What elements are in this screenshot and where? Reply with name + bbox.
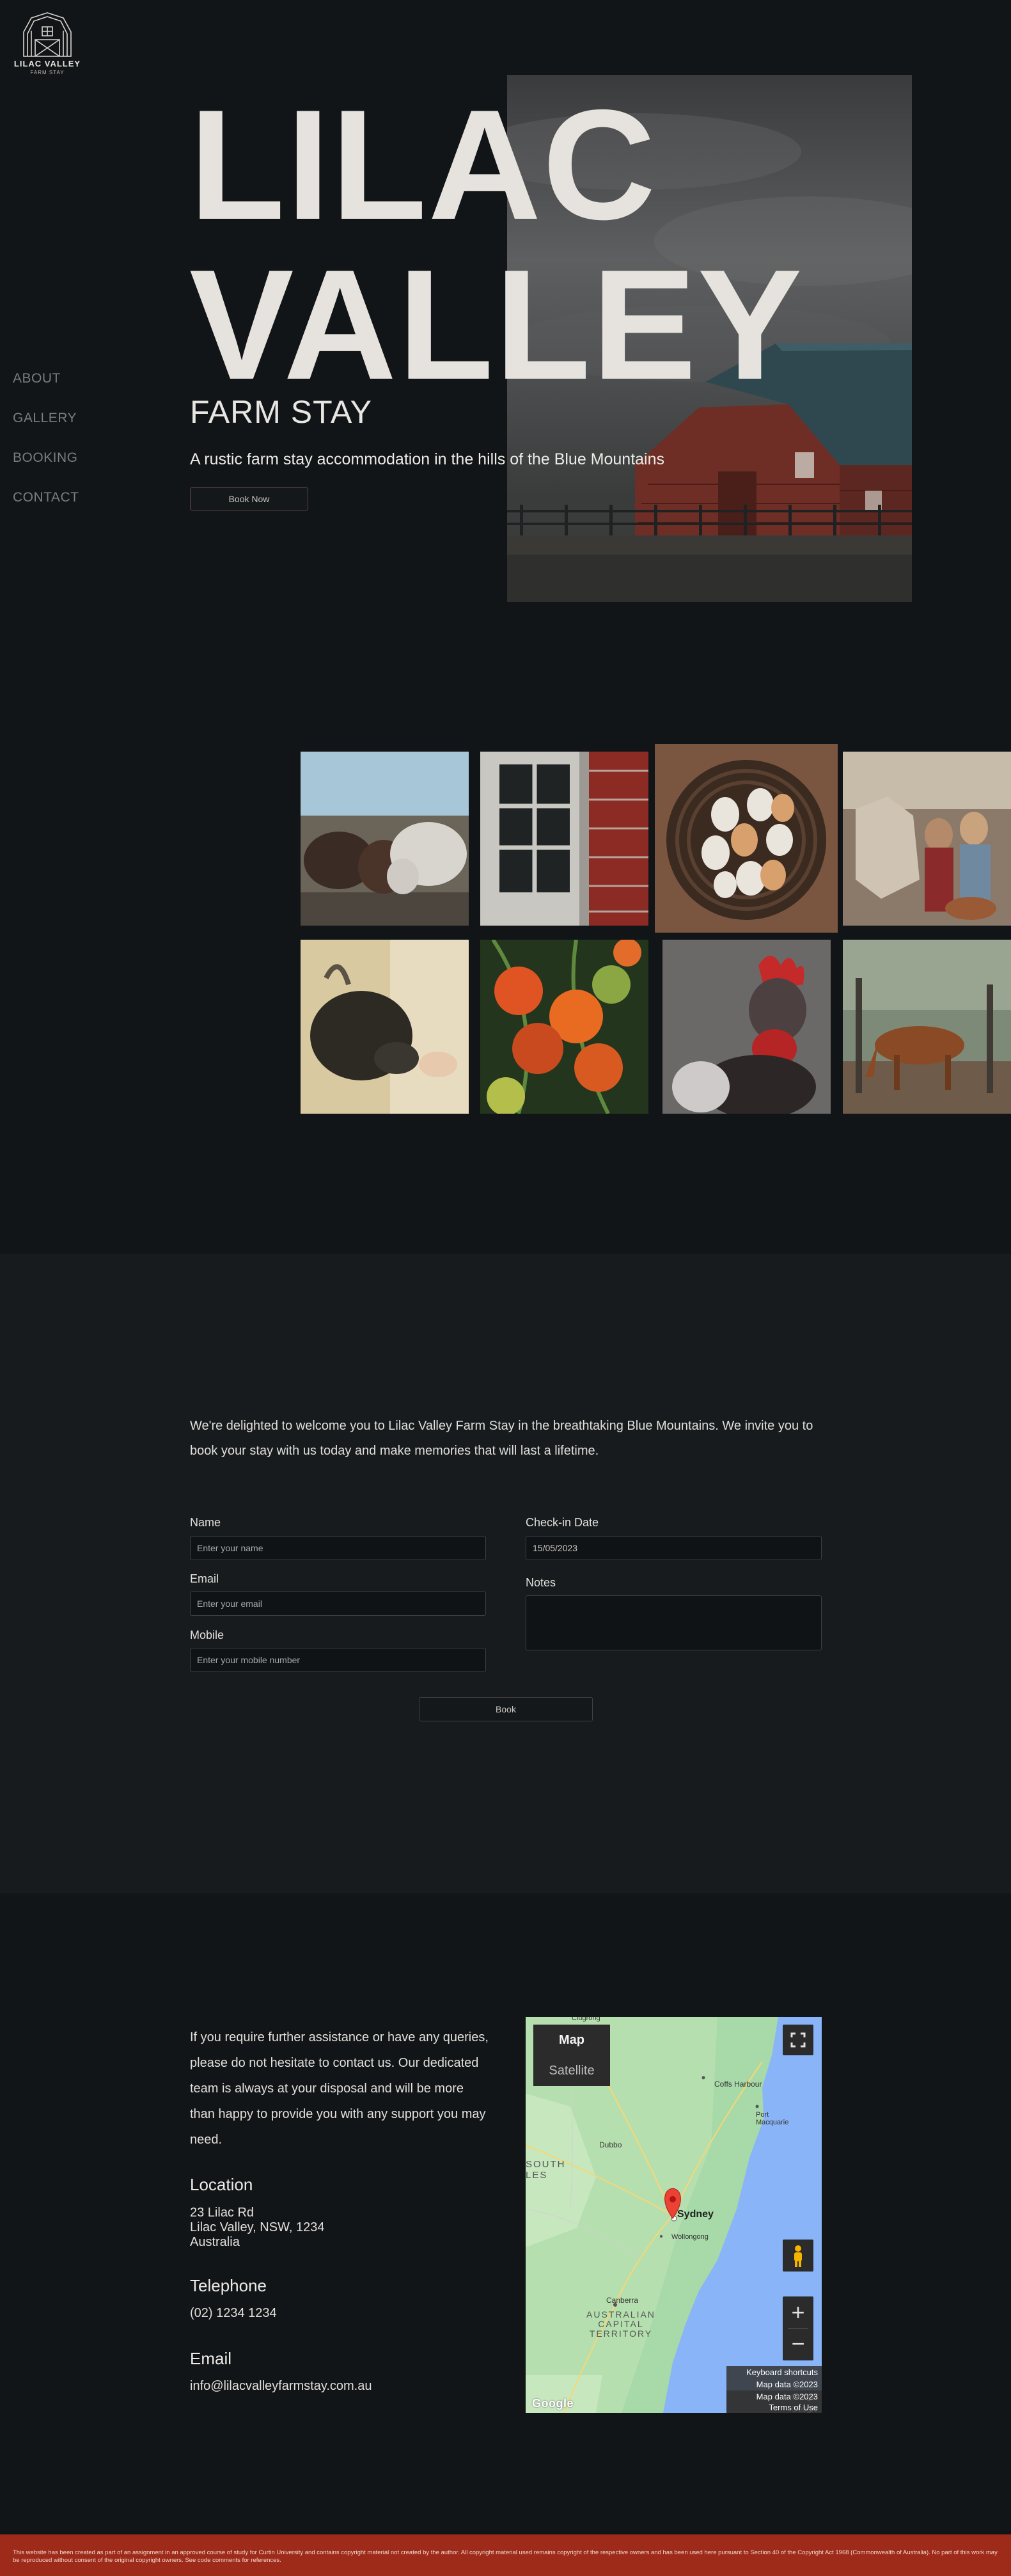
checkin-date-input[interactable] [526, 1536, 822, 1560]
email-input[interactable] [190, 1592, 486, 1616]
map-label-sydney: Sydney [677, 2209, 714, 2220]
map-label-wollongong: Wollongong [671, 2233, 709, 2241]
contact-intro-text: If you require further assistance or hav… [190, 2030, 489, 2147]
map-label-port: Port Macquarie [756, 2111, 789, 2126]
book-submit-button[interactable]: Book [419, 1697, 593, 1721]
gallery-image-goat[interactable] [301, 940, 469, 1114]
address-line1: 23 Lilac Rd [190, 2206, 255, 2220]
fullscreen-icon[interactable] [783, 2025, 813, 2055]
nav-gallery[interactable]: GALLERY [13, 411, 77, 426]
booking-welcome-text: We're delighted to welcome you to Lilac … [190, 1419, 813, 1458]
map-label-dubbo: Dubbo [599, 2140, 622, 2149]
gallery-image-rooster[interactable] [662, 940, 831, 1114]
address-line3: Australia [190, 2235, 240, 2249]
mobile-input[interactable] [190, 1648, 486, 1672]
hero-title-line2: VALLEY [189, 237, 804, 412]
gallery-image-horse-family[interactable] [843, 752, 1011, 926]
email-heading: Email [190, 2349, 232, 2368]
map-label-act: AUSTRALIAN CAPITAL TERRITORY [586, 2309, 655, 2339]
google-logo: Google [532, 2397, 574, 2410]
location-heading: Location [190, 2175, 253, 2194]
nav-about[interactable]: ABOUT [13, 371, 61, 386]
zoom-out-button[interactable]: − [783, 2329, 813, 2360]
gallery-image-cows[interactable] [301, 752, 469, 926]
booking-section [0, 1254, 1011, 1893]
map-label-coffs: Coffs Harbour [714, 2080, 762, 2089]
hero-title-line1: LILAC [189, 77, 657, 252]
barn-logo-icon [23, 12, 72, 57]
map-tab-satellite[interactable]: Satellite [533, 2055, 610, 2086]
site-logo[interactable]: LILAC VALLEY FARM STAY [9, 12, 86, 83]
map-terms-link[interactable]: Terms of Use [726, 2403, 822, 2413]
logo-title: LILAC VALLEY [13, 59, 81, 68]
map-label-top: Clugrong [572, 2017, 600, 2022]
map-label-nsw: SOUTH LES [526, 2159, 566, 2181]
pegman-icon[interactable] [783, 2240, 813, 2272]
mobile-label: Mobile [190, 1629, 224, 1641]
name-input[interactable] [190, 1536, 486, 1560]
map-keyboard-shortcuts[interactable]: Keyboard shortcuts [726, 2366, 822, 2378]
email-value[interactable]: info@lilacvalleyfarmstay.com.au [190, 2379, 372, 2394]
hero-tagline: A rustic farm stay accommodation in the … [190, 450, 665, 468]
logo-subtitle: FARM STAY [30, 70, 65, 75]
zoom-in-button[interactable]: + [783, 2296, 813, 2328]
zoom-control: + − [783, 2296, 813, 2360]
nav-booking[interactable]: BOOKING [13, 450, 78, 466]
nav-contact[interactable]: CONTACT [13, 490, 79, 505]
address-line2: Lilac Valley, NSW, 1234 [190, 2220, 325, 2234]
map-tab-map[interactable]: Map [533, 2025, 610, 2055]
name-label: Name [190, 1516, 221, 1529]
footer-disclaimer: This website has been created as part of… [13, 2549, 998, 2564]
notes-textarea[interactable] [526, 1595, 822, 1650]
gallery-image-tomatoes[interactable] [480, 940, 648, 1114]
hero-subtitle: FARM STAY [190, 394, 372, 430]
email-label: Email [190, 1572, 219, 1585]
book-now-button[interactable]: Book Now [190, 487, 308, 510]
telephone-heading: Telephone [190, 2276, 267, 2295]
gallery-image-horses-grazing[interactable] [843, 940, 1011, 1114]
checkin-label: Check-in Date [526, 1516, 599, 1529]
gallery-image-eggs-basket[interactable] [655, 744, 838, 933]
map-label-canberra: Canberra [606, 2296, 639, 2305]
telephone-value[interactable]: (02) 1234 1234 [190, 2306, 277, 2321]
google-map[interactable]: Coffs Harbour Port Macquarie Dubbo Sydne… [526, 2017, 822, 2413]
notes-label: Notes [526, 1576, 556, 1589]
gallery-image-barn-window[interactable] [480, 752, 648, 926]
